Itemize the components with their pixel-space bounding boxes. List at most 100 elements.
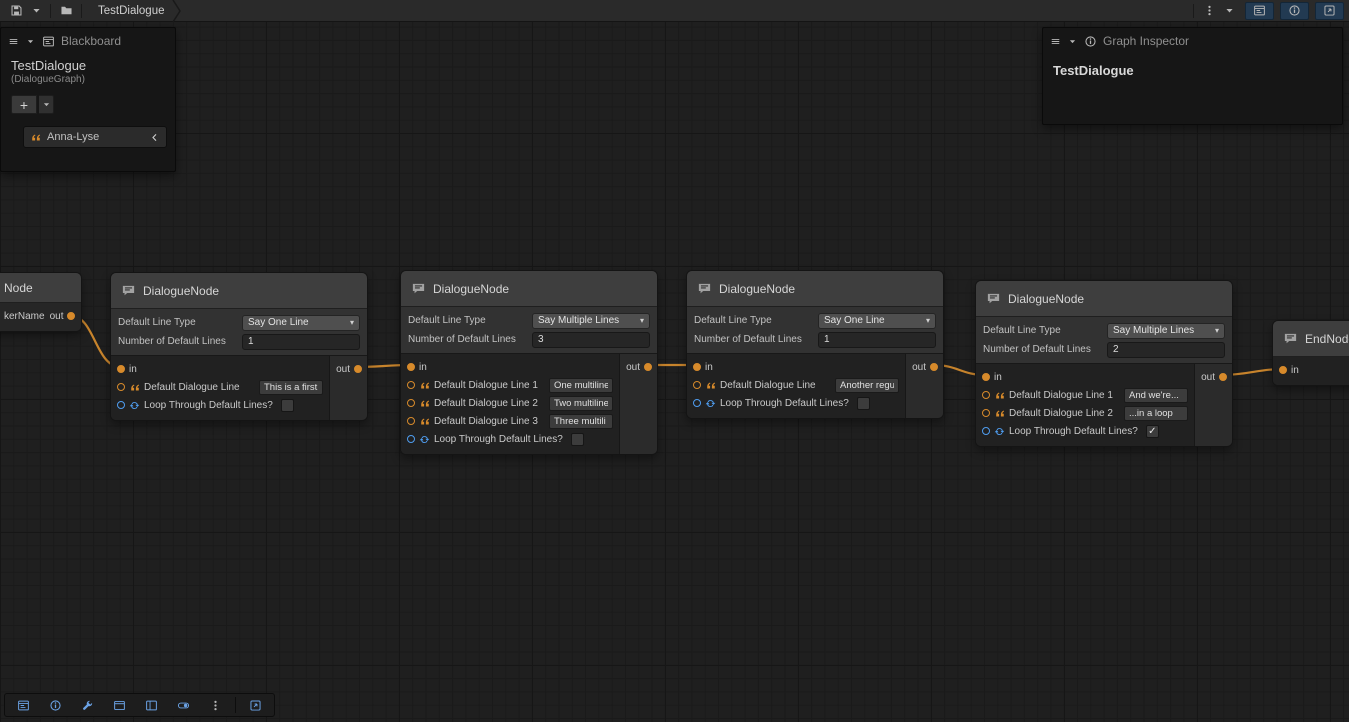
- dialogue-node-3[interactable]: DialogueNodeDefault Line TypeSay One Lin…: [686, 270, 944, 419]
- property-label: Number of Default Lines: [983, 344, 1101, 355]
- fullscreen-button[interactable]: [240, 695, 271, 715]
- string-variable-icon: [30, 132, 41, 143]
- number-of-lines-field[interactable]: [1107, 342, 1225, 358]
- node-title-bar[interactable]: DialogueNode: [976, 281, 1232, 317]
- line-type-dropdown[interactable]: Say Multiple Lines▾: [1107, 323, 1225, 339]
- port-label: out: [626, 362, 640, 373]
- dialogue-line-field[interactable]: [1124, 406, 1188, 421]
- line-type-dropdown[interactable]: Say One Line▾: [818, 313, 936, 329]
- node-title-bar[interactable]: DialogueNode: [111, 273, 367, 309]
- bottom-toolbar: [4, 693, 275, 717]
- bool-input-port[interactable]: [117, 401, 125, 409]
- node-title: DialogueNode: [143, 284, 219, 298]
- string-input-port[interactable]: [693, 381, 701, 389]
- loop-checkbox[interactable]: ✓: [1146, 425, 1159, 438]
- dots-vertical-icon: [209, 699, 222, 712]
- port-label: Loop Through Default Lines?: [1009, 426, 1138, 437]
- flow-input-port[interactable]: [693, 363, 701, 371]
- number-of-lines-field[interactable]: [242, 334, 360, 350]
- dialogue-line-field[interactable]: [259, 380, 323, 395]
- blackboard-panel-button[interactable]: [8, 695, 39, 715]
- flow-output-port[interactable]: [354, 365, 362, 373]
- add-variable-caret-button[interactable]: [39, 95, 54, 114]
- dialogue-line-field[interactable]: [835, 378, 899, 393]
- breadcrumb-test-dialogue[interactable]: TestDialogue: [86, 0, 183, 22]
- input-port-row: in: [1273, 361, 1349, 379]
- string-input-port[interactable]: [982, 409, 990, 417]
- add-variable-button[interactable]: +: [11, 95, 37, 114]
- node-title-bar[interactable]: EndNode: [1273, 321, 1349, 357]
- wrench-icon: [81, 699, 94, 712]
- dialogue-line-field[interactable]: [549, 378, 613, 393]
- end-node[interactable]: EndNode in: [1272, 320, 1349, 386]
- dialogue-node-2[interactable]: DialogueNodeDefault Line TypeSay Multipl…: [400, 270, 658, 455]
- caret-down-icon: ▾: [1215, 326, 1219, 335]
- string-input-port[interactable]: [982, 391, 990, 399]
- blackboard-header[interactable]: Blackboard: [1, 28, 175, 54]
- flow-output-port[interactable]: [1219, 373, 1227, 381]
- blackboard-panel: Blackboard TestDialogue (DialogueGraph) …: [0, 27, 176, 172]
- flow-input-port[interactable]: [982, 373, 990, 381]
- collapse-caret-icon[interactable]: [1067, 36, 1078, 47]
- blackboard-toggle-button[interactable]: [1245, 2, 1274, 20]
- dialogue-line-field[interactable]: [549, 396, 613, 411]
- line-type-dropdown[interactable]: Say Multiple Lines▾: [532, 313, 650, 329]
- board-panel-button[interactable]: [136, 695, 167, 715]
- line-type-dropdown[interactable]: Say One Line▾: [242, 315, 360, 331]
- dialogue-node-1[interactable]: DialogueNodeDefault Line TypeSay One Lin…: [110, 272, 368, 421]
- string-input-port[interactable]: [407, 417, 415, 425]
- flow-output-port[interactable]: [67, 312, 75, 320]
- string-input-port[interactable]: [407, 399, 415, 407]
- port-label: out: [336, 364, 350, 375]
- dialogue-node-4[interactable]: DialogueNodeDefault Line TypeSay Multipl…: [975, 280, 1233, 447]
- drag-handle-icon[interactable]: [1050, 36, 1061, 47]
- window-button[interactable]: [104, 695, 135, 715]
- open-asset-button[interactable]: [55, 2, 77, 20]
- drag-handle-icon[interactable]: [8, 36, 19, 47]
- toolbar-divider: [81, 4, 82, 18]
- save-options-caret-button[interactable]: [27, 2, 46, 20]
- tools-button[interactable]: [72, 695, 103, 715]
- flow-input-port[interactable]: [1279, 366, 1287, 374]
- graph-inspector-header[interactable]: Graph Inspector: [1043, 28, 1342, 54]
- bool-input-port[interactable]: [407, 435, 415, 443]
- quote-icon: [419, 398, 430, 409]
- node-title-bar[interactable]: DialogueNode: [687, 271, 943, 307]
- more-options-button[interactable]: [1198, 2, 1220, 20]
- collapse-caret-icon[interactable]: [25, 36, 36, 47]
- loop-checkbox[interactable]: [857, 397, 870, 410]
- variable-name: Anna-Lyse: [47, 131, 99, 143]
- property-label: Number of Default Lines: [694, 334, 812, 345]
- toggle-panel-button[interactable]: [168, 695, 199, 715]
- graph-inspector-toggle-button[interactable]: [1280, 2, 1309, 20]
- inspector-panel-button[interactable]: [40, 695, 71, 715]
- number-of-lines-field[interactable]: [532, 332, 650, 348]
- dialogue-node-icon: [986, 291, 1001, 306]
- flow-output-port[interactable]: [930, 363, 938, 371]
- graph-inspector-title: Graph Inspector: [1103, 34, 1189, 48]
- loop-checkbox[interactable]: [571, 433, 584, 446]
- dialogue-line-field[interactable]: [549, 414, 613, 429]
- bool-input-port[interactable]: [693, 399, 701, 407]
- blackboard-variable-row[interactable]: Anna-Lyse: [23, 126, 167, 148]
- save-button[interactable]: [5, 2, 27, 20]
- breadcrumb-separator-icon: [172, 0, 181, 22]
- node-title-bar[interactable]: Node: [0, 273, 81, 303]
- flow-input-port[interactable]: [117, 365, 125, 373]
- dialogue-node-icon: [697, 281, 712, 296]
- more-button[interactable]: [200, 695, 231, 715]
- string-input-port[interactable]: [407, 381, 415, 389]
- clipped-speaker-node[interactable]: NodekerNameout: [0, 272, 82, 332]
- dialogue-line-field[interactable]: [1124, 388, 1188, 403]
- flow-input-port[interactable]: [407, 363, 415, 371]
- flow-output-port[interactable]: [644, 363, 652, 371]
- node-title-bar[interactable]: DialogueNode: [401, 271, 657, 307]
- fullscreen-toggle-button[interactable]: [1315, 2, 1344, 20]
- loop-checkbox[interactable]: [281, 399, 294, 412]
- caret-down-icon: [1223, 4, 1236, 17]
- string-input-port[interactable]: [117, 383, 125, 391]
- number-of-lines-field[interactable]: [818, 332, 936, 348]
- more-options-caret-button[interactable]: [1220, 2, 1239, 20]
- expand-chevron-icon[interactable]: [149, 132, 160, 143]
- bool-input-port[interactable]: [982, 427, 990, 435]
